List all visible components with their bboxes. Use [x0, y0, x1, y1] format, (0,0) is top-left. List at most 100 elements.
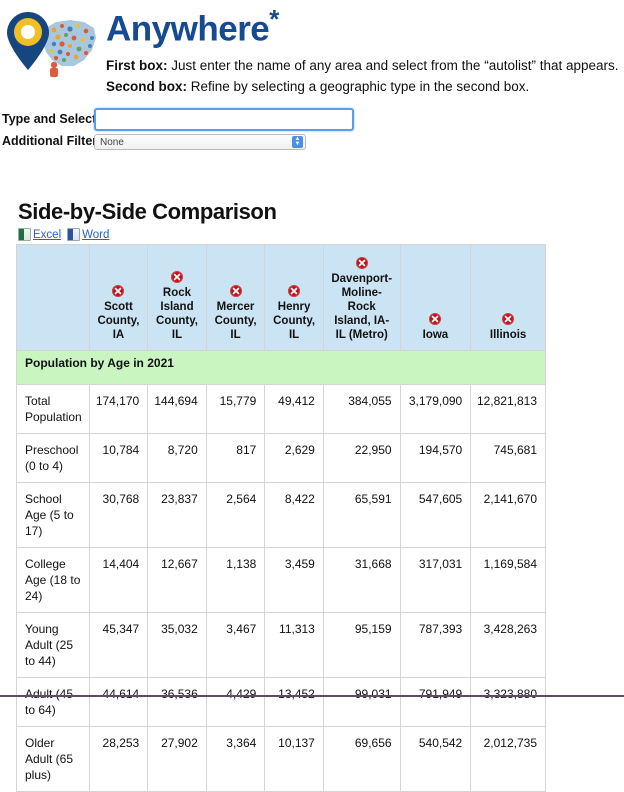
- table-cell: 2,012,735: [470, 726, 546, 792]
- instruction-line-first: First box: Just enter the name of any ar…: [106, 55, 619, 76]
- table-cell: 30,768: [88, 482, 149, 548]
- table-cell: 10,137: [264, 726, 324, 792]
- instruction-first-label: First box:: [106, 58, 168, 73]
- table-cell: 817: [205, 433, 266, 483]
- table-header-row: Scott County, IA Rock Island County, IL: [16, 244, 546, 351]
- column-header-scott-county: Scott County, IA: [88, 244, 149, 351]
- excel-file-icon: [18, 228, 31, 241]
- chevron-updown-icon: ▲ ▼: [292, 136, 303, 148]
- table-cell: 540,542: [399, 726, 472, 792]
- instruction-first-text: Just enter the name of any area and sele…: [167, 58, 619, 73]
- remove-column-icon[interactable]: [355, 257, 368, 269]
- table-cell: 12,667: [147, 547, 207, 613]
- section-label: Population by Age in 2021: [16, 350, 546, 385]
- table-cell: 13,452: [264, 677, 324, 727]
- additional-filter-value: None: [94, 134, 306, 150]
- remove-column-icon[interactable]: [429, 313, 442, 325]
- page-title: Anywhere*: [106, 6, 279, 47]
- comparison-table: Scott County, IA Rock Island County, IL: [16, 244, 546, 792]
- type-and-select-input[interactable]: [94, 107, 354, 131]
- remove-column-icon[interactable]: [112, 285, 125, 297]
- table-corner-cell: [16, 244, 90, 351]
- word-file-icon: [67, 228, 81, 241]
- page-header: Anywhere* First box: Just enter the name…: [0, 0, 624, 104]
- instruction-second-label: Second box:: [106, 79, 188, 94]
- remove-column-icon[interactable]: [502, 313, 515, 325]
- row-label: Total Population: [16, 384, 90, 434]
- remove-column-icon[interactable]: [229, 285, 242, 297]
- table-cell: 27,902: [147, 726, 207, 792]
- column-header-henry-county: Henry County, IL: [264, 244, 324, 351]
- table-cell: 1,138: [205, 547, 266, 613]
- column-header-label: Henry County, IL: [273, 301, 316, 341]
- export-excel-link[interactable]: Excel: [18, 228, 61, 241]
- page-title-text: Anywhere: [106, 9, 270, 49]
- table-cell: 23,837: [147, 482, 207, 548]
- export-links: Excel Word: [18, 228, 109, 241]
- type-and-select-row: Type and Select:: [2, 107, 624, 131]
- table-cell: 791,949: [399, 677, 472, 727]
- table-cell: 2,141,670: [470, 482, 546, 548]
- comparison-title: Side-by-Side Comparison: [18, 199, 277, 224]
- table-cell: 11,313: [264, 612, 324, 678]
- table-cell: 2,564: [205, 482, 266, 548]
- table-cell: 95,159: [322, 612, 401, 678]
- table-cell: 3,364: [205, 726, 266, 792]
- table-cell: 14,404: [88, 547, 149, 613]
- remove-column-icon[interactable]: [170, 271, 183, 283]
- page-title-asterisk: *: [269, 4, 279, 34]
- table-cell: 745,681: [470, 433, 546, 483]
- table-cell: 28,253: [88, 726, 149, 792]
- table-cell: 65,591: [322, 482, 401, 548]
- table-cell: 317,031: [399, 547, 472, 613]
- column-header-label: Davenport-Moline-Rock Island, IA-IL (Met…: [331, 273, 393, 341]
- export-word-link[interactable]: Word: [67, 228, 109, 241]
- table-row: Adult (45 to 64) 44,614 36,536 4,429 13,…: [16, 677, 546, 727]
- instruction-line-second: Second box: Refine by selecting a geogra…: [106, 76, 619, 97]
- table-cell: 36,536: [147, 677, 207, 727]
- table-cell: 547,605: [399, 482, 472, 548]
- export-word-label: Word: [82, 228, 110, 241]
- table-cell: 194,570: [399, 433, 472, 483]
- table-cell: 44,614: [88, 677, 149, 727]
- table-cell: 384,055: [322, 384, 401, 434]
- remove-column-icon[interactable]: [288, 285, 301, 297]
- table-cell: 3,323,880: [470, 677, 546, 727]
- table-header: Scott County, IA Rock Island County, IL: [16, 244, 546, 351]
- row-label: Preschool (0 to 4): [16, 433, 90, 483]
- comparison-table-wrapper: Scott County, IA Rock Island County, IL: [16, 244, 546, 792]
- table-row: Young Adult (25 to 44) 45,347 35,032 3,4…: [16, 612, 546, 678]
- row-label: School Age (5 to 17): [16, 482, 90, 548]
- table-section-row: Population by Age in 2021: [16, 350, 546, 385]
- table-cell: 144,694: [147, 384, 207, 434]
- table-cell: 45,347: [88, 612, 149, 678]
- table-row: Preschool (0 to 4) 10,784 8,720 817 2,62…: [16, 433, 546, 483]
- instructions: First box: Just enter the name of any ar…: [106, 55, 619, 97]
- table-row: College Age (18 to 24) 14,404 12,667 1,1…: [16, 547, 546, 613]
- table-cell: 10,784: [88, 433, 149, 483]
- table-cell: 15,779: [205, 384, 266, 434]
- row-label: College Age (18 to 24): [16, 547, 90, 613]
- table-cell: 99,031: [322, 677, 401, 727]
- type-and-select-label: Type and Select:: [2, 112, 101, 126]
- table-cell: 12,821,813: [470, 384, 546, 434]
- additional-filter-select[interactable]: None ▲ ▼: [94, 134, 306, 150]
- table-cell: 49,412: [264, 384, 324, 434]
- column-header-label: Scott County, IA: [97, 301, 140, 341]
- table-cell: 22,950: [322, 433, 401, 483]
- column-header-davenport-metro: Davenport-Moline-Rock Island, IA-IL (Met…: [322, 244, 401, 351]
- table-cell: 31,668: [322, 547, 401, 613]
- table-row: School Age (5 to 17) 30,768 23,837 2,564…: [16, 482, 546, 548]
- column-header-label: Mercer County, IL: [214, 301, 257, 341]
- table-body: Population by Age in 2021 Total Populati…: [16, 350, 546, 792]
- column-header-label: Iowa: [422, 329, 449, 341]
- table-cell: 8,422: [264, 482, 324, 548]
- column-header-illinois: Illinois: [470, 244, 546, 351]
- column-header-label: Illinois: [489, 329, 527, 341]
- table-cell: 35,032: [147, 612, 207, 678]
- additional-filter-label: Additional Filter:: [2, 134, 102, 148]
- table-cell: 8,720: [147, 433, 207, 483]
- table-cell: 3,467: [205, 612, 266, 678]
- map-pin-usa-icon: [4, 8, 102, 82]
- row-label: Adult (45 to 64): [16, 677, 90, 727]
